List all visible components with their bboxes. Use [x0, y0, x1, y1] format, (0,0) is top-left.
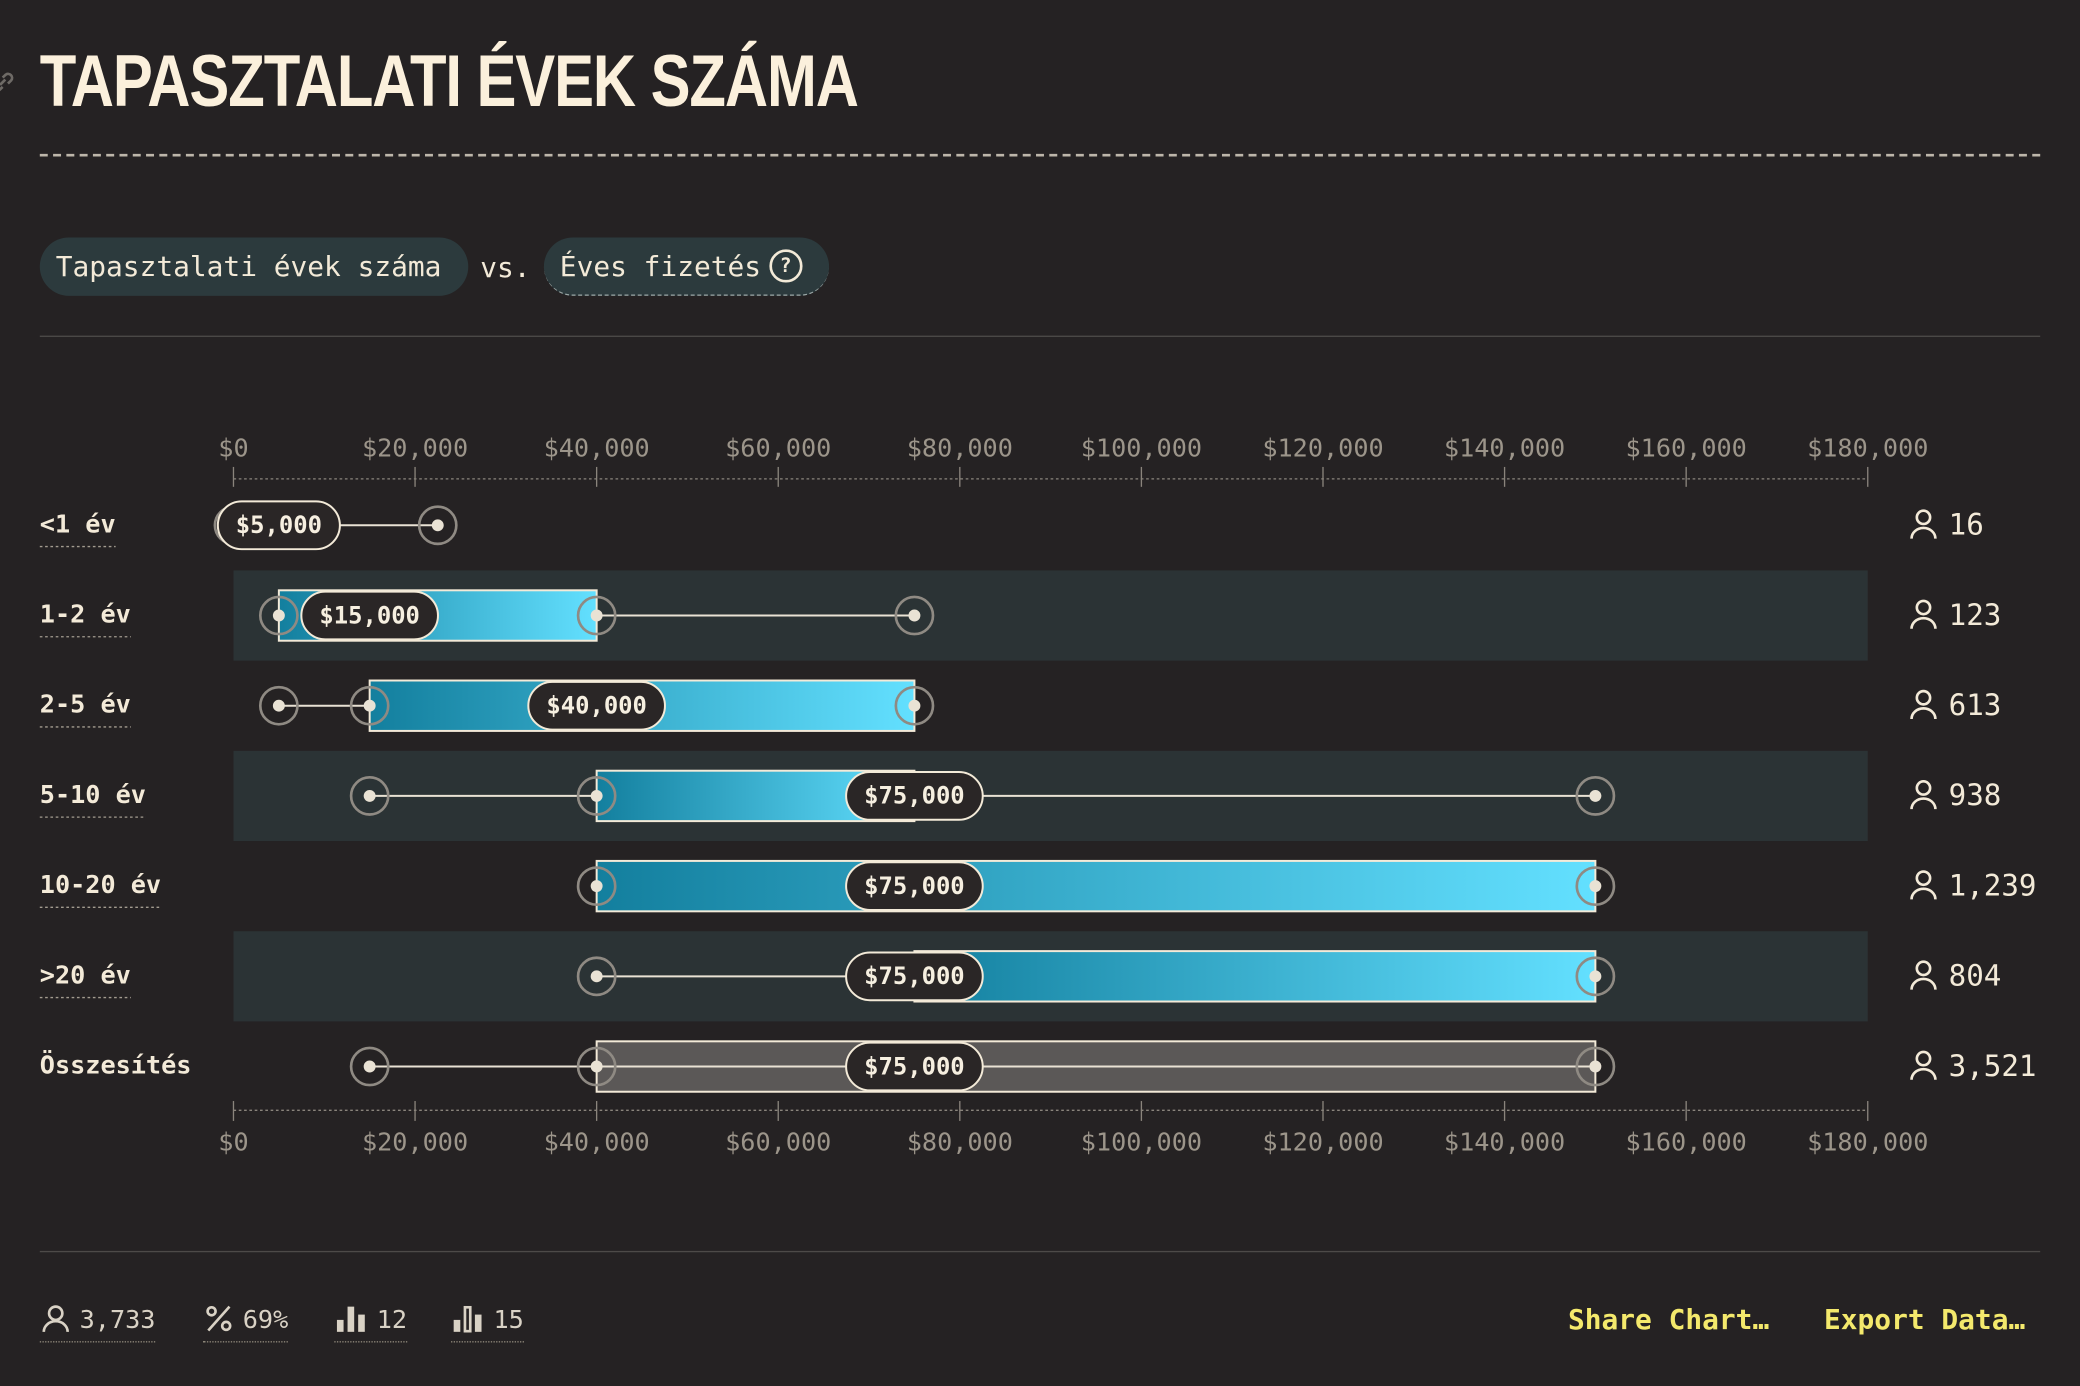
share-chart-button[interactable]: Share Chart… — [1568, 1300, 1769, 1340]
bar-stat-b-value: 15 — [493, 1305, 524, 1335]
person-icon — [1915, 509, 1932, 526]
row-label: <1 év — [40, 509, 116, 538]
median-label: $75,000 — [864, 782, 965, 810]
person-icon — [1915, 599, 1932, 616]
median-label: $75,000 — [864, 872, 965, 900]
x-tick-label: $40,000 — [544, 1127, 650, 1156]
marker-dot — [590, 789, 603, 802]
marker-dot — [363, 699, 376, 712]
bar-chart-outline-icon — [453, 1305, 482, 1332]
person-icon — [1910, 616, 1937, 629]
person-icon — [1910, 526, 1937, 539]
bar-stat-a-value: 12 — [376, 1305, 408, 1335]
marker-dot — [1589, 880, 1602, 893]
row-label: 1-2 év — [40, 600, 131, 629]
respondents-stat[interactable]: 3,733 — [39, 1300, 156, 1343]
row-count: 613 — [1949, 688, 2002, 722]
median-label: $75,000 — [864, 1052, 965, 1080]
marker-dot — [272, 609, 285, 622]
marker-dot — [272, 699, 285, 712]
x-tick-label: $140,000 — [1444, 1127, 1565, 1156]
row-count: 804 — [1949, 959, 2002, 993]
median-label: $15,000 — [319, 601, 420, 629]
row-label: Összesítés — [40, 1050, 192, 1080]
person-icon — [1910, 1067, 1937, 1080]
percent-value: 69% — [242, 1305, 289, 1335]
chart-page: TAPASZTALATI ÉVEK SZÁMA Tapasztalati éve… — [0, 0, 2080, 1386]
bar-chart-icon — [336, 1305, 365, 1332]
x-tick-label: $40,000 — [544, 434, 650, 463]
marker-dot — [590, 970, 603, 983]
row-label: >20 év — [40, 960, 131, 989]
x-tick-label: $0 — [218, 434, 248, 463]
row-label: 2-5 év — [40, 690, 131, 719]
person-icon — [1910, 887, 1937, 900]
x-tick-label: $180,000 — [1807, 434, 1928, 463]
percent-stat[interactable]: 69% — [202, 1300, 289, 1343]
marker-dot — [908, 609, 921, 622]
person-icon — [1910, 797, 1937, 810]
x-tick-label: $20,000 — [362, 1127, 468, 1156]
marker-dot — [1589, 789, 1602, 802]
percent-icon — [206, 1305, 232, 1331]
median-label: $75,000 — [864, 962, 965, 990]
export-data-button[interactable]: Export Data… — [1824, 1300, 2025, 1340]
marker-dot — [590, 609, 603, 622]
x-tick-label: $60,000 — [725, 434, 831, 463]
row-count: 1,239 — [1949, 868, 2037, 902]
iqr-box — [913, 950, 1597, 1003]
row-count: 16 — [1949, 508, 1984, 542]
bar-stat-b[interactable]: 15 — [451, 1300, 524, 1343]
marker-dot — [1589, 970, 1602, 983]
iqr-box — [595, 859, 1597, 913]
person-icon — [1915, 689, 1932, 706]
box-plot-chart: $0 $20,000 $40,000 $60,000 $80,000 $100,000 $1… — [40, 434, 2037, 1157]
x-tick-label: $60,000 — [725, 1127, 831, 1156]
x-tick-label: $140,000 — [1444, 434, 1565, 463]
person-icon — [1915, 1050, 1932, 1067]
x-tick-label: $180,000 — [1807, 1127, 1928, 1156]
footer-divider — [39, 1250, 2041, 1253]
person-icon — [1915, 779, 1932, 796]
person-icon — [42, 1304, 69, 1332]
marker-dot — [363, 1060, 376, 1073]
marker-dot — [1589, 1060, 1602, 1073]
person-icon — [1910, 977, 1937, 990]
person-icon — [1915, 870, 1932, 887]
marker-dot — [590, 1060, 603, 1073]
bar-stat-a[interactable]: 12 — [334, 1300, 408, 1343]
row-count: 123 — [1949, 598, 2002, 632]
marker-dot — [590, 880, 603, 893]
row-label: 10-20 év — [40, 870, 161, 899]
median-label: $5,000 — [236, 511, 322, 539]
x-tick-label: $0 — [218, 1127, 248, 1156]
x-tick-label: $160,000 — [1626, 1127, 1747, 1156]
person-icon — [1910, 707, 1937, 720]
median-label: $40,000 — [546, 692, 647, 720]
marker-dot — [908, 699, 921, 712]
x-tick-label: $160,000 — [1626, 434, 1747, 463]
x-tick-label: $80,000 — [907, 434, 1013, 463]
x-tick-label: $100,000 — [1081, 1127, 1202, 1156]
respondents-count: 3,733 — [79, 1305, 156, 1335]
x-tick-label: $80,000 — [907, 1127, 1013, 1156]
marker-dot — [363, 789, 376, 802]
row-count: 938 — [1949, 778, 2002, 812]
x-tick-label: $120,000 — [1262, 434, 1383, 463]
x-tick-label: $120,000 — [1262, 1127, 1383, 1156]
row-label: 5-10 év — [40, 780, 146, 809]
person-icon — [1915, 960, 1932, 977]
row-count: 3,521 — [1949, 1049, 2037, 1083]
x-tick-label: $100,000 — [1081, 434, 1202, 463]
x-tick-label: $20,000 — [362, 434, 468, 463]
marker-dot — [431, 519, 444, 532]
